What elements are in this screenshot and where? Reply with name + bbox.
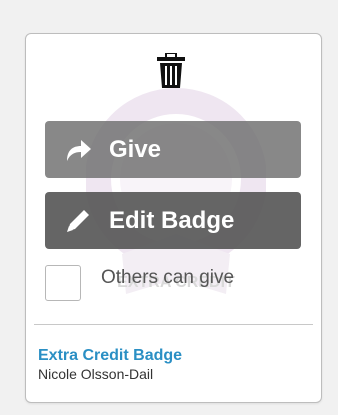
divider: [34, 324, 313, 325]
edit-badge-button[interactable]: Edit Badge: [45, 192, 301, 249]
others-can-give-row: Others can give: [45, 265, 234, 301]
give-button[interactable]: Give: [45, 121, 301, 178]
give-button-label: Give: [109, 135, 162, 163]
edit-badge-button-label: Edit Badge: [109, 206, 235, 234]
share-arrow-icon: [63, 135, 93, 165]
trash-icon[interactable]: [156, 53, 186, 89]
others-can-give-checkbox[interactable]: [45, 265, 81, 301]
badge-card: EXTRA CREDIT Give Edit Badge Others can …: [25, 33, 322, 403]
others-can-give-label: Others can give: [101, 267, 235, 288]
badge-title-link[interactable]: Extra Credit Badge: [38, 347, 182, 365]
pencil-icon: [63, 206, 93, 236]
badge-owner: Nicole Olsson-Dail: [38, 366, 154, 382]
